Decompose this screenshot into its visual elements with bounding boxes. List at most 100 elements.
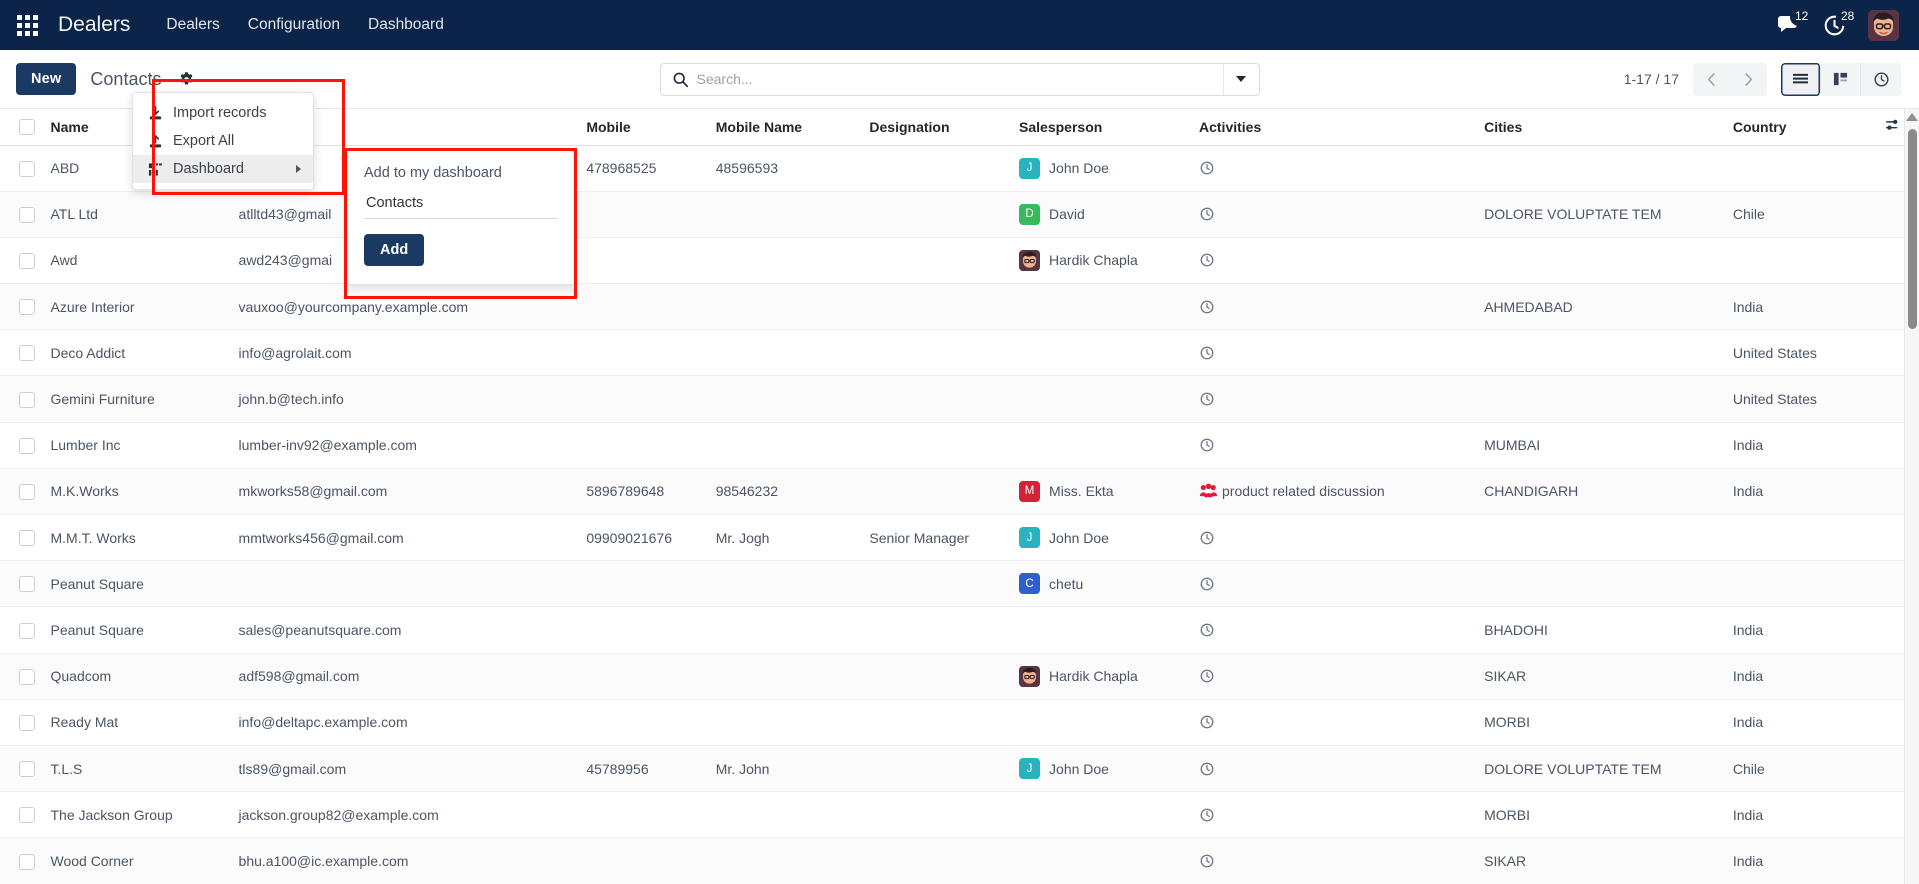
table-vertical-scrollbar[interactable] [1904,109,1919,884]
cell-mobile-name [709,653,864,700]
row-checkbox[interactable] [19,530,35,547]
menu-item-dashboard[interactable]: Dashboard [133,155,313,183]
clock-icon[interactable] [1199,576,1215,592]
clock-icon[interactable] [1199,530,1215,546]
cell-mobile: 5896789648 [580,468,710,516]
pager-count: 1-17 / 17 [1623,71,1679,87]
nav-item-dealers[interactable]: Dealers [152,9,233,41]
cell-country: United States [1726,329,1879,377]
list-icon [1793,73,1808,83]
column-header-mobile-name[interactable]: Mobile Name [709,109,864,146]
pager-previous-button[interactable] [1693,62,1730,96]
chevron-right-icon [1745,72,1753,86]
table-row[interactable]: Quadcom adf598@gmail.com Hardik Chapla SIKA… [0,653,1919,700]
kanban-view-button[interactable] [1821,62,1861,96]
table-row[interactable]: Azure Interior vauxoo@yourcompany.example… [0,283,1919,331]
clock-icon[interactable] [1199,391,1215,407]
scrollbar-thumb[interactable] [1908,129,1917,329]
cell-designation [863,237,1014,285]
cell-designation [863,145,1014,192]
cell-mobile [580,606,710,654]
clock-icon[interactable] [1199,252,1215,268]
table-row[interactable]: T.L.S tls89@gmail.com 45789956 Mr. John J Joh… [0,745,1919,793]
column-header-country[interactable]: Country [1726,109,1879,146]
nav-item-dashboard[interactable]: Dashboard [354,9,458,41]
search-dropdown-toggle[interactable] [1222,63,1259,95]
row-checkbox[interactable] [19,253,35,270]
row-checkbox[interactable] [19,714,35,731]
table-row[interactable]: Ready Mat info@deltapc.example.com MORBI In… [0,699,1919,746]
row-checkbox[interactable] [19,484,35,501]
cell-cities: MORBI [1478,699,1727,746]
meeting-users-icon[interactable] [1199,483,1218,499]
select-all-checkbox[interactable] [19,119,35,136]
column-header-mobile[interactable]: Mobile [580,109,710,146]
row-checkbox[interactable] [19,761,35,778]
cell-designation: Senior Manager [863,514,1014,562]
clock-icon[interactable] [1199,160,1215,176]
table-row[interactable]: The Jackson Group jackson.group82@example… [0,791,1919,839]
dashboard-name-input[interactable] [364,193,558,219]
clock-icon[interactable] [1199,668,1215,684]
row-checkbox[interactable] [19,807,35,824]
column-header-salesperson[interactable]: Salesperson [1013,109,1193,146]
row-checkbox[interactable] [19,437,35,454]
row-checkbox[interactable] [19,668,35,685]
activity-clock-icon[interactable]: 28 [1823,6,1860,37]
clock-icon[interactable] [1199,345,1215,361]
cell-mobile: 478968525 [580,145,710,192]
nav-item-configuration[interactable]: Configuration [234,9,354,41]
scroll-up-arrow-icon[interactable] [1906,113,1918,121]
cell-name: Peanut Square [44,560,233,608]
clock-icon[interactable] [1199,437,1215,453]
column-options-icon[interactable] [1884,120,1902,136]
column-header-designation[interactable]: Designation [863,109,1014,146]
user-avatar[interactable] [1868,9,1899,41]
breadcrumb[interactable]: Contacts [90,69,161,90]
search-input[interactable] [696,63,1223,95]
cell-name: Quadcom [44,653,233,700]
apps-grid-icon[interactable] [10,8,44,42]
cell-country: India [1726,468,1879,516]
row-checkbox[interactable] [19,853,35,870]
clock-icon[interactable] [1199,761,1215,777]
clock-icon[interactable] [1199,206,1215,222]
table-row[interactable]: Peanut Square sales@peanutsquare.com BHADO… [0,606,1919,654]
gear-icon[interactable] [173,66,199,92]
salesperson-name: John Doe [1049,760,1109,777]
clock-icon[interactable] [1199,622,1215,638]
clock-icon[interactable] [1199,807,1215,823]
table-row[interactable]: Wood Corner bhu.a100@ic.example.com SIKAR I… [0,837,1919,884]
column-header-activities[interactable]: Activities [1193,109,1479,146]
menu-item-import-records[interactable]: Import records [133,99,313,127]
table-row[interactable]: Awd awd243@gmai Hardik Chapla [0,237,1919,285]
cell-cities: BHADOHI [1478,606,1727,654]
pager-next-button[interactable] [1730,62,1767,96]
cell-designation [863,283,1014,331]
row-checkbox[interactable] [19,391,35,408]
clock-icon[interactable] [1199,299,1215,315]
messages-icon[interactable]: 12 [1777,7,1814,36]
row-checkbox[interactable] [19,622,35,639]
table-row[interactable]: Peanut Square Cchetu [0,560,1919,608]
activity-view-button[interactable] [1861,62,1901,96]
table-row[interactable]: ATL Ltd atlltd43@gmail D David DOLORE VOLUPT… [0,191,1919,238]
table-row[interactable]: Deco Addict info@agrolait.com United State… [0,329,1919,377]
app-brand-title[interactable]: Dealers [58,13,130,37]
row-checkbox[interactable] [19,299,35,316]
add-button[interactable]: Add [364,234,425,266]
clock-icon[interactable] [1199,714,1215,730]
list-view-button[interactable] [1781,62,1821,96]
table-row[interactable]: Lumber Inc lumber-inv92@example.com MUMBAI… [0,422,1919,469]
column-header-cities[interactable]: Cities [1478,109,1727,146]
table-row[interactable]: M.K.Works mkworks58@gmail.com 5896789648 98… [0,468,1919,516]
row-checkbox[interactable] [19,576,35,593]
new-button[interactable]: New [16,63,77,95]
clock-icon[interactable] [1199,853,1215,869]
table-row[interactable]: Gemini Furniture john.b@tech.info United S… [0,375,1919,423]
row-checkbox[interactable] [19,160,35,177]
table-row[interactable]: M.M.T. Works mmtworks456@gmail.com 0990902… [0,514,1919,562]
row-checkbox[interactable] [19,206,35,223]
menu-item-export-all[interactable]: Export All [133,127,313,155]
row-checkbox[interactable] [19,345,35,362]
